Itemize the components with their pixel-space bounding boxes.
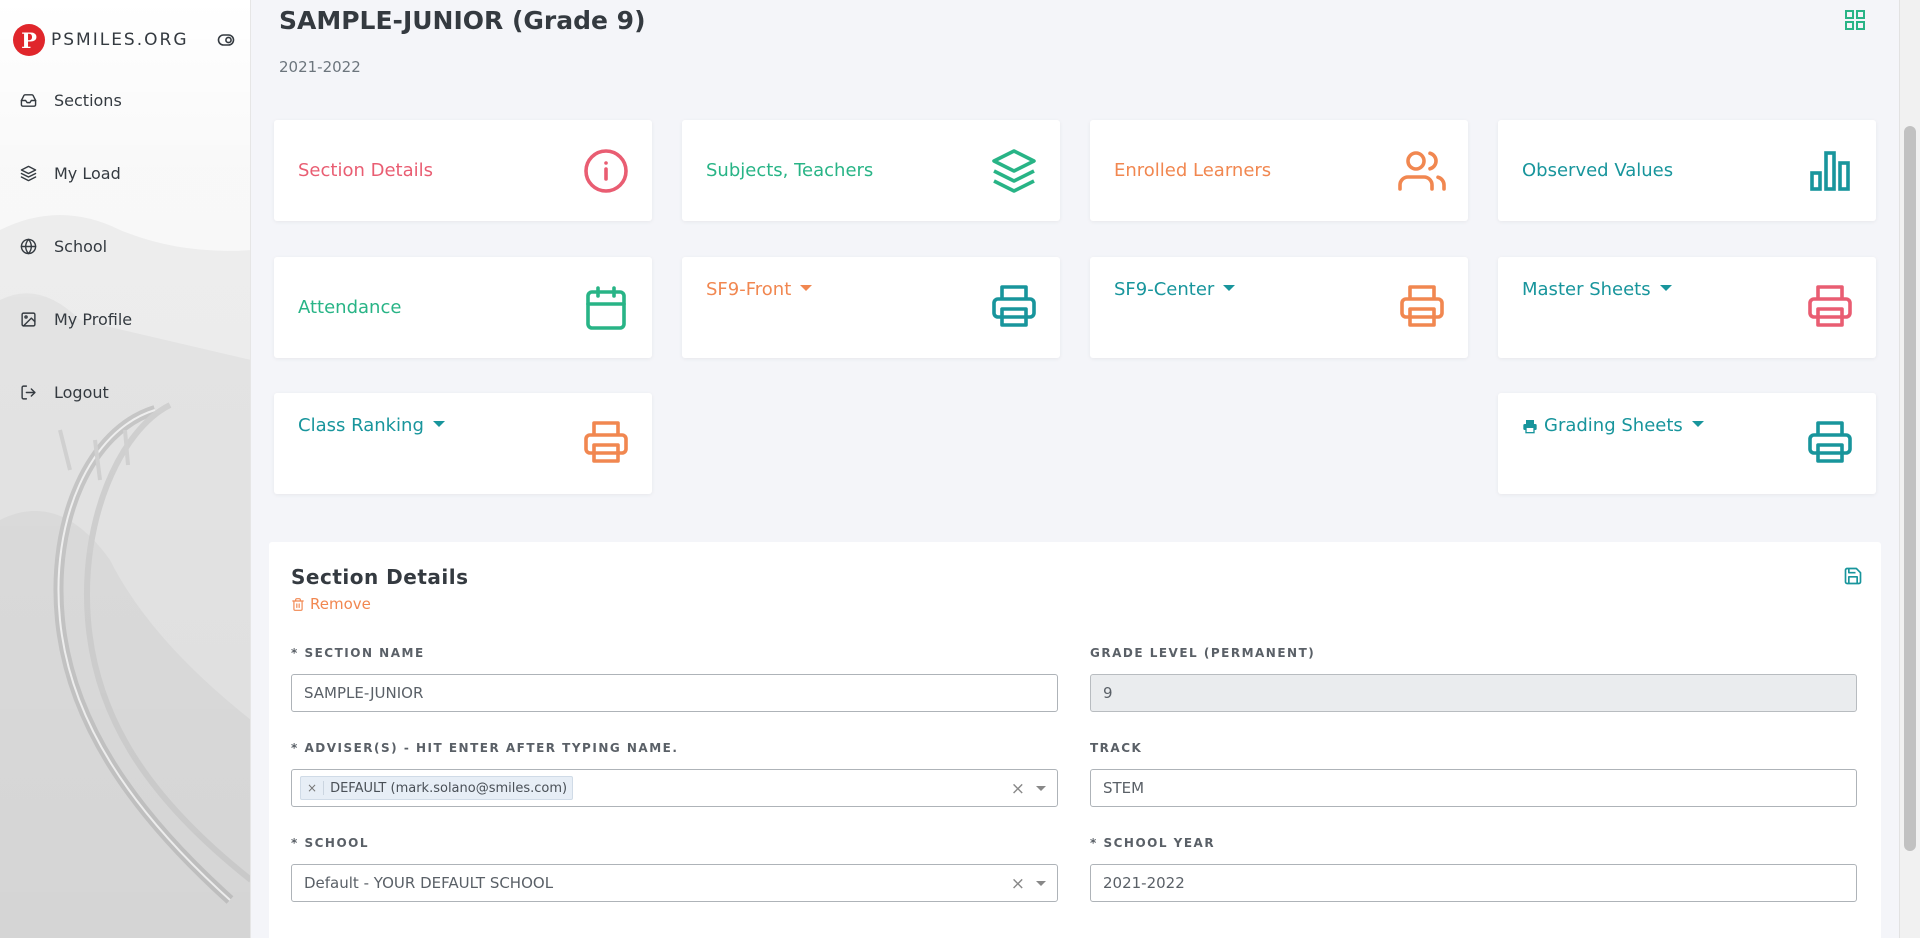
printer-icon <box>1523 419 1537 433</box>
tag-remove-icon[interactable]: × <box>301 781 325 795</box>
save-icon[interactable] <box>1843 566 1863 586</box>
trash-icon <box>292 597 304 611</box>
page-subtitle-school-year: 2021-2022 <box>279 58 361 76</box>
clear-icon[interactable]: × <box>1011 874 1025 894</box>
grading-sheets-dropdown[interactable]: Grading Sheets <box>1522 415 1704 436</box>
scrollbar-thumb[interactable] <box>1904 126 1916 851</box>
layers-icon <box>20 165 37 182</box>
brand[interactable]: P PSMILES.ORG <box>13 24 189 56</box>
grade-level-label: GRADE LEVEL (PERMANENT) <box>1090 646 1316 660</box>
chevron-down-icon[interactable] <box>1036 881 1046 886</box>
section-name-label: * SECTION NAME <box>291 646 425 660</box>
section-name-input[interactable]: SAMPLE-JUNIOR <box>291 674 1058 712</box>
brand-name: PSMILES.ORG <box>51 30 189 50</box>
card-class-ranking[interactable]: Class Ranking <box>274 393 652 494</box>
sidebar-item-sections[interactable]: Sections <box>0 79 250 122</box>
sidebar-toggle-icon[interactable] <box>217 32 235 48</box>
info-icon <box>584 148 628 193</box>
sf9-front-dropdown[interactable]: SF9-Front <box>706 279 812 300</box>
card-section-details[interactable]: Section Details <box>274 120 652 221</box>
grid-view-icon[interactable] <box>1843 8 1867 32</box>
sidebar-item-label: Sections <box>54 91 122 110</box>
clear-icon[interactable]: × <box>1011 779 1025 799</box>
sidebar-item-my-profile[interactable]: My Profile <box>0 298 250 341</box>
class-ranking-dropdown[interactable]: Class Ranking <box>298 415 445 436</box>
sidebar-item-label: School <box>54 237 108 256</box>
sidebar-nav: Sections My Load School My Profile Logou… <box>0 90 250 414</box>
page-scrollbar[interactable] <box>1899 0 1920 938</box>
card-grading-sheets[interactable]: Grading Sheets <box>1498 393 1876 494</box>
advisers-select[interactable]: × DEFAULT (mark.solano@smiles.com) × <box>291 769 1058 807</box>
card-label: Enrolled Learners <box>1114 160 1272 181</box>
school-year-label: * SCHOOL YEAR <box>1090 836 1216 850</box>
globe-icon <box>20 238 37 255</box>
printer-icon <box>1808 285 1852 327</box>
track-input[interactable]: STEM <box>1090 769 1857 807</box>
chevron-down-icon[interactable] <box>1036 786 1046 791</box>
bar-chart-icon <box>1810 150 1850 191</box>
adviser-tag-text: DEFAULT (mark.solano@smiles.com) <box>330 780 568 796</box>
brand-logo: P <box>13 24 45 56</box>
logout-icon <box>21 385 36 400</box>
track-label: TRACK <box>1090 741 1143 755</box>
remove-button[interactable]: Remove <box>291 595 371 613</box>
grade-level-input: 9 <box>1090 674 1857 712</box>
card-observed-values[interactable]: Observed Values <box>1498 120 1876 221</box>
school-select[interactable]: Default - YOUR DEFAULT SCHOOL × <box>291 864 1058 902</box>
sidebar-item-logout[interactable]: Logout <box>0 371 250 414</box>
card-label: Observed Values <box>1522 160 1674 181</box>
section-details-panel: Section Details Remove * SECTION NAME SA… <box>269 542 1881 938</box>
school-year-input[interactable]: 2021-2022 <box>1090 864 1857 902</box>
master-sheets-dropdown[interactable]: Master Sheets <box>1522 279 1672 300</box>
layers-icon <box>992 148 1036 193</box>
calendar-icon <box>586 285 626 330</box>
card-master-sheets[interactable]: Master Sheets <box>1498 257 1876 358</box>
printer-icon <box>584 421 628 463</box>
users-icon <box>1398 150 1446 191</box>
image-icon <box>21 312 36 327</box>
card-sf9-front[interactable]: SF9-Front <box>682 257 1060 358</box>
card-subjects-teachers[interactable]: Subjects, Teachers <box>682 120 1060 221</box>
advisers-label: * ADVISER(S) - HIT ENTER AFTER TYPING NA… <box>291 741 679 755</box>
main-content: SAMPLE-JUNIOR (Grade 9) 2021-2022 Sectio… <box>251 0 1900 938</box>
school-label: * SCHOOL <box>291 836 369 850</box>
card-attendance[interactable]: Attendance <box>274 257 652 358</box>
card-enrolled-learners[interactable]: Enrolled Learners <box>1090 120 1468 221</box>
card-label: Grading Sheets <box>1544 415 1704 436</box>
printer-icon <box>1400 285 1444 327</box>
sidebar: P PSMILES.ORG Sections My Load School My… <box>0 0 251 938</box>
remove-label: Remove <box>310 595 371 613</box>
panel-title: Section Details <box>291 565 469 589</box>
printer-icon <box>992 285 1036 327</box>
sidebar-item-school[interactable]: School <box>0 225 250 268</box>
adviser-tag: × DEFAULT (mark.solano@smiles.com) <box>300 776 574 800</box>
sf9-center-dropdown[interactable]: SF9-Center <box>1114 279 1235 300</box>
card-label: Section Details <box>298 160 433 181</box>
sidebar-item-label: Logout <box>54 383 109 402</box>
card-label: Subjects, Teachers <box>706 160 874 181</box>
page-title: SAMPLE-JUNIOR (Grade 9) <box>279 6 646 35</box>
inbox-icon <box>20 94 37 107</box>
sidebar-item-label: My Profile <box>54 310 133 329</box>
school-select-value: Default - YOUR DEFAULT SCHOOL <box>304 874 554 892</box>
printer-icon <box>1808 421 1852 463</box>
card-sf9-center[interactable]: SF9-Center <box>1090 257 1468 358</box>
card-label: Attendance <box>298 297 402 318</box>
sidebar-item-label: My Load <box>54 164 121 183</box>
sidebar-item-my-load[interactable]: My Load <box>0 152 250 195</box>
